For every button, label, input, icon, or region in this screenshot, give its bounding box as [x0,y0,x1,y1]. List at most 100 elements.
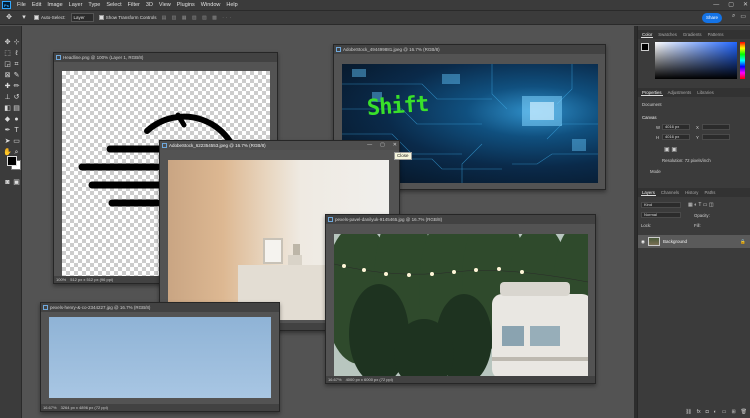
share-button[interactable]: Share [702,13,722,23]
tab-color[interactable]: Color [641,32,654,38]
minimize-doc-button[interactable]: — [367,141,372,150]
move-tool-icon[interactable]: ✥ [4,13,14,22]
path-select-tool-icon[interactable]: ➤ [3,137,12,146]
search-icon[interactable]: ⌕ [732,13,735,20]
color-picker-field[interactable] [655,42,737,79]
forest-scene [334,234,588,377]
menu-type[interactable]: Type [85,0,103,10]
eyedropper-tool-icon[interactable]: ✎ [12,71,21,80]
history-brush-tool-icon[interactable]: ↺ [12,93,21,102]
auto-select-dropdown[interactable]: Layer [70,13,94,22]
layer-row-background[interactable]: ◉ Background 🔒 [638,235,750,248]
tab-gradients[interactable]: Gradients [682,32,703,37]
document-window-pexels-henry[interactable]: pexels-henry-&-co-2344227.jpg @ 16.7% (R… [40,302,280,412]
lock-icon[interactable]: 🔒 [740,239,746,245]
document-title-bar[interactable]: pexels-henry-&-co-2344227.jpg @ 16.7% (R… [41,303,279,312]
chevron-down-icon[interactable]: ▾ [19,13,29,22]
move-tool-icon[interactable]: ✥ [3,38,12,47]
document-title-bar[interactable]: pexels-pavel-danilyuk-9145465.jpg @ 16.7… [326,215,595,224]
document-title-bar[interactable]: AdobeStock_494499881.jpeg @ 16.7% (RGB/8… [334,45,605,54]
canvas-section-label[interactable]: Canvas [642,115,657,120]
maximize-button[interactable]: ▢ [728,0,734,10]
forest-van-image[interactable] [334,234,588,377]
menu-view[interactable]: View [156,0,174,10]
height-field[interactable]: 4016 px [662,134,690,140]
document-title-bar[interactable]: AdobeStock_622354553.jpeg @ 16.7% (RGB/8… [160,141,399,150]
tab-adjustments[interactable]: Adjustments [667,90,693,95]
new-layer-icon[interactable]: ⊞ [731,409,735,415]
document-title-bar[interactable]: Headline.png @ 100% (Layer 1, RGB/8) [54,53,277,62]
artboard-tool-icon[interactable]: ⊹ [12,38,21,47]
crop-tool-icon[interactable]: ⌗ [12,60,21,69]
tab-properties[interactable]: Properties [641,90,663,96]
dodge-tool-icon[interactable]: ● [12,115,21,124]
tab-swatches[interactable]: Swatches [657,32,678,37]
adjustment-icon[interactable]: ◐ [714,409,717,415]
frame-tool-icon[interactable]: ⊠ [3,71,12,80]
tab-channels[interactable]: Channels [660,190,680,195]
marquee-tool-icon[interactable]: ⬚ [3,49,12,58]
menu-layer[interactable]: Layer [66,0,86,10]
layer-filter-icons[interactable]: ▦ ◐ T ▭ ◫ [688,202,714,208]
checkbox-icon [34,15,39,20]
zoom-level[interactable]: 100% [56,277,66,282]
mask-icon[interactable]: ◘ [706,409,709,415]
tab-history[interactable]: History [684,190,699,195]
menu-help[interactable]: Help [223,0,240,10]
close-doc-button[interactable]: ✕ [393,141,397,150]
type-tool-icon[interactable]: T [12,126,21,135]
quick-mask-icon[interactable]: ◙ [3,178,12,187]
gradient-tool-icon[interactable]: ▤ [12,104,21,113]
menu-plugins[interactable]: Plugins [174,0,198,10]
tab-paths[interactable]: Paths [703,190,716,195]
lasso-tool-icon[interactable]: ℓ [12,49,21,58]
fx-icon[interactable]: fx [697,409,701,415]
foreground-color-swatch[interactable] [7,156,17,166]
x-field[interactable] [702,124,730,130]
eye-icon[interactable]: ◉ [641,239,645,245]
eraser-tool-icon[interactable]: ◧ [3,104,12,113]
auto-select-checkbox[interactable]: Auto-Select: [34,15,66,20]
tab-libraries[interactable]: Libraries [696,90,714,95]
zoom-level[interactable]: 16.67% [43,405,57,410]
hue-slider[interactable] [740,42,745,79]
menu-window[interactable]: Window [198,0,224,10]
blend-mode-select[interactable]: Normal [641,212,681,218]
y-label: Y [696,135,699,140]
menu-filter[interactable]: Filter [125,0,143,10]
pen-tool-icon[interactable]: ✒ [3,126,12,135]
screen-mode-icon[interactable]: ▣ [12,178,21,187]
menu-select[interactable]: Select [103,0,124,10]
shape-tool-icon[interactable]: ▭ [12,137,21,146]
document-window-pexels-pavel[interactable]: pexels-pavel-danilyuk-9145465.jpg @ 16.7… [325,214,596,384]
sky-image[interactable] [49,317,271,398]
maximize-doc-button[interactable]: ▢ [380,141,385,150]
blur-tool-icon[interactable]: ◆ [3,115,12,124]
panel-foreground-swatch[interactable] [641,43,649,51]
menu-image[interactable]: Image [44,0,65,10]
tab-patterns[interactable]: Patterns [707,32,725,37]
tab-layers[interactable]: Layers [641,190,656,196]
brush-tool-icon[interactable]: ✏ [12,82,21,91]
healing-brush-tool-icon[interactable]: ✚ [3,82,12,91]
show-transform-checkbox[interactable]: Show Transform Controls [98,15,157,20]
menu-3d[interactable]: 3D [143,0,156,10]
close-window-button[interactable]: ✕ [743,0,748,10]
clone-stamp-tool-icon[interactable]: ⊥ [3,93,12,102]
align-icons[interactable]: ▤ ▥ ▦ ▧ ▨ ▩ ··· [162,15,234,21]
workspace-icon[interactable]: ▭ [740,13,746,20]
layer-name[interactable]: Background [663,239,687,244]
link-icon[interactable]: ⛓ [685,409,691,415]
object-select-tool-icon[interactable]: ◲ [3,60,12,69]
menu-edit[interactable]: Edit [29,0,44,10]
document-title: AdobeStock_622354553.jpeg @ 16.7% (RGB/8… [169,143,266,148]
trash-icon[interactable]: 🗑 [741,409,747,415]
layer-kind-filter[interactable]: Kind [641,202,681,208]
orientation-icons[interactable]: ▣ ▣ [664,146,677,153]
minimize-button[interactable]: — [713,0,719,10]
menu-file[interactable]: File [14,0,29,10]
zoom-level[interactable]: 16.67% [328,377,342,382]
y-field[interactable] [702,134,730,140]
folder-icon[interactable]: ▭ [722,409,727,415]
width-field[interactable]: 4016 px [662,124,690,130]
